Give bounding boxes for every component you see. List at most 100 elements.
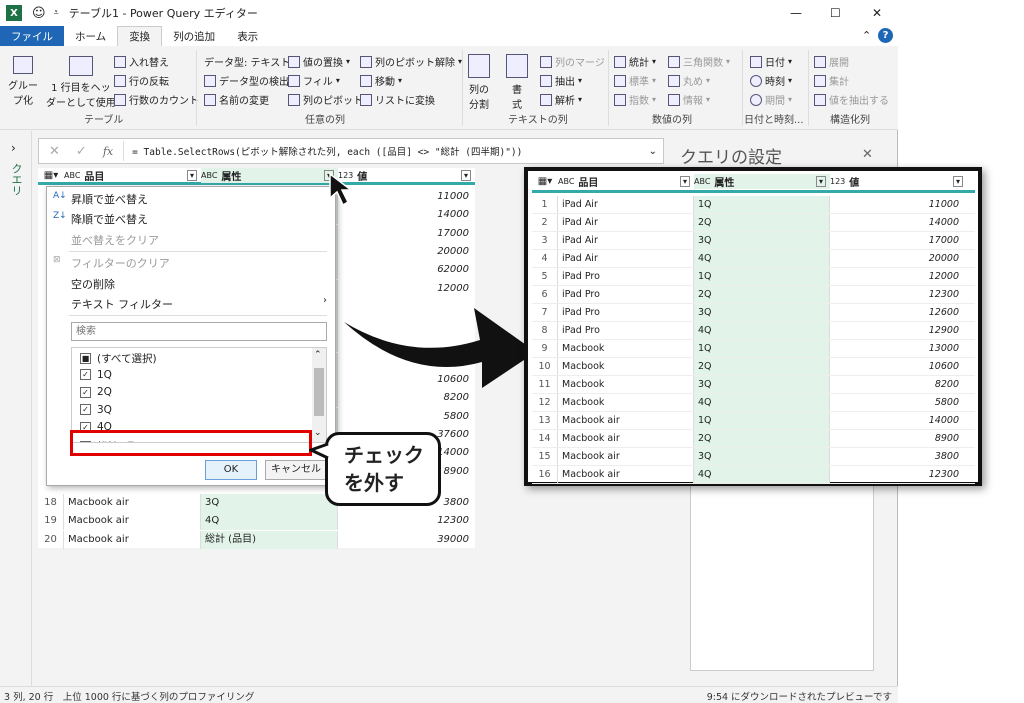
chevron-right-icon[interactable]: › xyxy=(11,141,16,155)
rename-button[interactable]: 名前の変更 xyxy=(204,92,269,107)
maximize-button[interactable]: ☐ xyxy=(830,6,841,20)
cell-item[interactable]: Macbook air xyxy=(64,494,201,512)
formula-expand-icon[interactable]: ⌄ xyxy=(649,146,657,157)
cell-value[interactable]: 11000 xyxy=(338,188,475,206)
table-menu-icon[interactable]: ▦▾ xyxy=(38,170,64,181)
qat-dropdown-icon[interactable]: ⩡ xyxy=(54,8,59,18)
text-type-icon[interactable]: ABC xyxy=(201,171,217,180)
big-arrow-icon xyxy=(344,308,536,388)
tab-file[interactable]: ファイル xyxy=(0,26,64,46)
cell-item[interactable]: Macbook air xyxy=(64,512,201,531)
checkbox-icon[interactable]: ■ xyxy=(80,353,91,364)
ok-button[interactable]: OK xyxy=(205,460,257,480)
filter-search-input[interactable] xyxy=(71,322,327,341)
cell-value[interactable]: 39000 xyxy=(338,531,475,549)
scrollbar-thumb[interactable] xyxy=(314,368,324,416)
time-button[interactable]: 時刻 ▾ xyxy=(750,73,792,88)
date-button[interactable]: 日付 ▾ xyxy=(750,54,792,69)
text-type-icon[interactable]: ABC xyxy=(64,171,80,180)
use-first-row-button[interactable]: 1 行目をヘッ ダーとして使用 xyxy=(46,56,116,109)
fill-button[interactable]: フィル ▾ xyxy=(288,73,340,88)
close-settings-icon[interactable]: ✕ xyxy=(862,147,873,162)
data-type-label: データ型: テキスト xyxy=(204,58,291,69)
group-by-button[interactable]: グルー プ化 xyxy=(8,56,38,107)
close-button[interactable]: ✕ xyxy=(872,6,882,20)
clear-sort-item[interactable]: 並べ替えをクリア xyxy=(71,232,159,248)
filter-value-item[interactable]: ✓ 3Q xyxy=(80,404,112,416)
cancel-formula-icon[interactable]: ✕ xyxy=(49,144,60,159)
column-header-item[interactable]: ABC 品目 ▾ xyxy=(64,168,201,183)
transpose-button[interactable]: 入れ替え xyxy=(114,54,169,69)
checkbox-icon[interactable]: ✓ xyxy=(80,404,91,415)
cell-value[interactable]: 20000 xyxy=(338,243,475,261)
text-filter-item[interactable]: テキスト フィルター xyxy=(71,296,173,312)
detect-type-button[interactable]: データ型の検出 xyxy=(204,73,289,88)
sort-ascending-item[interactable]: 昇順で並べ替え xyxy=(71,191,148,207)
cancel-button[interactable]: キャンセル xyxy=(265,460,327,480)
checkbox-icon[interactable]: ✓ xyxy=(80,386,91,398)
smiley-icon[interactable]: ☺ xyxy=(32,6,46,21)
cell-value[interactable]: 14000 xyxy=(338,206,475,224)
pivot-button[interactable]: 列のピボット xyxy=(288,92,363,107)
unpivot-button[interactable]: 列のピボット解除 ▾ xyxy=(360,54,462,69)
tab-transform[interactable]: 変換 xyxy=(117,26,163,46)
to-list-button[interactable]: リストに変換 xyxy=(360,92,435,107)
filter-value-item[interactable]: ■ (すべて選択) xyxy=(80,351,157,366)
queries-pane-collapsed[interactable]: › クエリ xyxy=(0,131,32,686)
expand-button[interactable]: 展開 xyxy=(814,54,849,69)
duration-button[interactable]: 期間 ▾ xyxy=(750,92,792,107)
tab-view[interactable]: 表示 xyxy=(226,26,269,46)
cell-value[interactable]: 17000 xyxy=(338,225,475,243)
filter-value-item[interactable]: ✓ 2Q xyxy=(80,386,112,398)
scroll-down-icon[interactable]: ⌄ xyxy=(314,428,322,438)
tab-home[interactable]: ホーム xyxy=(64,26,117,46)
move-button[interactable]: 移動 ▾ xyxy=(360,73,402,88)
column-header-attribute[interactable]: ABC 属性 ▾ xyxy=(201,167,338,183)
cell-item[interactable]: Macbook air xyxy=(64,530,201,549)
ribbon-collapse-icon[interactable]: ⌃ xyxy=(862,29,871,42)
cell-value[interactable]: 62000 xyxy=(338,261,475,279)
format-button[interactable]: 書 式 xyxy=(506,54,528,111)
parse-button[interactable]: 解析 ▾ xyxy=(540,92,582,107)
confirm-formula-icon[interactable]: ✓ xyxy=(76,144,87,159)
replace-values-button[interactable]: 値の置換 ▾ xyxy=(288,54,350,69)
cell-value[interactable]: 8200 xyxy=(338,389,475,407)
cell-attribute[interactable]: 総計 (品目) xyxy=(201,530,338,549)
detect-type-icon xyxy=(204,74,216,87)
chevron-down-icon: ▾ xyxy=(788,57,793,66)
standard-button[interactable]: 標準 ▾ xyxy=(614,73,656,88)
rounding-button[interactable]: 丸め ▾ xyxy=(668,73,710,88)
sort-descending-item[interactable]: 降順で並べ替え xyxy=(71,211,148,227)
extract-values-button[interactable]: 値を抽出する xyxy=(814,92,889,107)
column-header-value[interactable]: 123 値 ▾ xyxy=(338,168,475,183)
trig-button[interactable]: 三角関数 ▾ xyxy=(668,54,730,69)
information-button[interactable]: 情報 ▾ xyxy=(668,92,710,107)
count-rows-button[interactable]: 行数のカウント xyxy=(114,92,199,107)
tab-add-column[interactable]: 列の追加 xyxy=(162,26,226,46)
split-column-button[interactable]: 列の 分割 xyxy=(468,54,490,111)
reverse-rows-button[interactable]: 行の反転 xyxy=(114,73,169,88)
remove-empty-item[interactable]: 空の削除 xyxy=(71,276,115,292)
checkbox-icon[interactable]: ✓ xyxy=(80,369,91,380)
cell-attribute[interactable]: 4Q xyxy=(201,512,338,531)
list-scrollbar[interactable]: ⌃ ⌄ xyxy=(312,348,326,442)
aggregate-button[interactable]: 集計 xyxy=(814,73,849,88)
data-type-button[interactable]: データ型: テキスト▾ xyxy=(204,54,297,69)
filter-value-item[interactable]: ✓ 1Q xyxy=(80,369,112,381)
scroll-up-icon[interactable]: ⌃ xyxy=(314,350,322,360)
filter-dropdown-icon[interactable]: ▾ xyxy=(460,169,471,181)
fx-icon[interactable]: fx xyxy=(103,145,113,158)
statistics-button[interactable]: 統計 ▾ xyxy=(614,54,656,69)
minimize-button[interactable]: — xyxy=(790,6,802,20)
cell-attribute[interactable]: 3Q xyxy=(201,494,338,512)
formula-input[interactable]: = Table.SelectRows(ピボット解除された列, each ([品目… xyxy=(132,144,649,158)
merge-columns-button[interactable]: 列のマージ xyxy=(540,54,605,69)
cell-value[interactable]: 5800 xyxy=(338,408,475,426)
scientific-button[interactable]: 指数 ▾ xyxy=(614,92,656,107)
help-icon[interactable]: ? xyxy=(878,28,893,43)
cell-value[interactable]: 12300 xyxy=(338,512,475,530)
clear-filter-item[interactable]: フィルターのクリア xyxy=(71,255,170,271)
extract-button[interactable]: 抽出 ▾ xyxy=(540,73,582,88)
chevron-down-icon: ▾ xyxy=(346,57,351,66)
filter-applied-icon[interactable]: ▾ xyxy=(186,169,197,181)
